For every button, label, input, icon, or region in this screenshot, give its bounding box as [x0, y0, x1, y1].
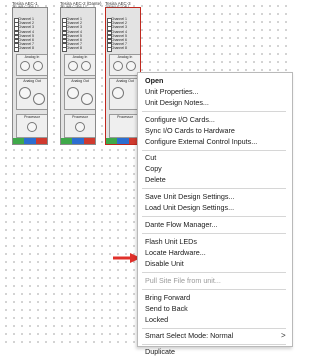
menu-item-disable-unit[interactable]: Disable Unit	[145, 259, 184, 269]
section-label: Analog Out	[23, 79, 41, 83]
processor-block[interactable]: Processor	[64, 114, 95, 138]
knob-icon	[33, 93, 45, 105]
menu-item-unit-properties[interactable]: Unit Properties...	[145, 87, 199, 97]
menu-item-open[interactable]: Open	[145, 76, 163, 86]
menu-item-flash-unit-leds[interactable]: Flash Unit LEDs	[145, 237, 197, 247]
knob-icon	[113, 61, 123, 71]
dsp-unit-2[interactable]: Channel 1 Channel 2 Channel 3 Channel 4 …	[60, 7, 96, 145]
analog-out-block[interactable]: Analog Out	[64, 78, 95, 110]
knob-icon	[126, 61, 136, 71]
section-label: Processor	[24, 115, 40, 119]
section-label: Analog In	[24, 55, 40, 59]
menu-separator	[142, 150, 286, 151]
knob-icon	[81, 61, 91, 71]
knob-icon	[67, 87, 79, 99]
menu-item-locate-hardware[interactable]: Locate Hardware...	[145, 248, 206, 258]
menu-item-send-to-back[interactable]: Send to Back	[145, 304, 188, 314]
menu-item-dante-flow-manager[interactable]: Dante Flow Manager...	[145, 220, 217, 230]
knob-icon	[27, 122, 37, 132]
analog-out-block[interactable]: Analog Out	[16, 78, 47, 110]
analog-in-block[interactable]: Analog In	[64, 54, 95, 76]
menu-item-configure-io-cards[interactable]: Configure I/O Cards...	[145, 115, 215, 125]
dsp-unit-1[interactable]: Channel 1 Channel 2 Channel 3 Channel 4 …	[12, 7, 48, 145]
channel-label: Channel 8	[111, 46, 127, 51]
chevron-right-icon: >	[281, 331, 286, 340]
menu-item-save-unit-design[interactable]: Save Unit Design Settings...	[145, 192, 235, 202]
analog-in-block[interactable]: Analog In	[16, 54, 47, 76]
channel-label: Channel 8	[66, 46, 82, 51]
menu-item-configure-external-control[interactable]: Configure External Control Inputs...	[145, 137, 257, 147]
channel-label: Channel 8	[18, 46, 34, 51]
menu-separator	[142, 111, 286, 112]
unit-channel[interactable]: Channel 8	[106, 46, 140, 53]
section-label: Analog In	[117, 55, 133, 59]
section-label: Processor	[72, 115, 88, 119]
menu-separator	[142, 344, 286, 345]
knob-icon	[81, 93, 93, 105]
menu-item-bring-forward[interactable]: Bring Forward	[145, 293, 190, 303]
menu-separator	[142, 233, 286, 234]
knob-icon	[112, 87, 124, 99]
menu-item-duplicate[interactable]: Duplicate	[145, 347, 175, 357]
unit-subtitle: TP-IN5 C1D8-1	[60, 5, 85, 9]
dsp-unit-3[interactable]: Channel 1 Channel 2 Channel 3 Channel 4 …	[105, 7, 141, 145]
menu-item-copy[interactable]: Copy	[145, 164, 162, 174]
menu-item-load-unit-design[interactable]: Load Unit Design Settings...	[145, 203, 234, 213]
menu-item-smart-select-mode[interactable]: Smart Select Mode: Normal	[145, 331, 233, 341]
knob-icon	[75, 122, 85, 132]
unit-subtitle: TP-IN5 C1D8-1	[12, 5, 37, 9]
unit-status-bar	[106, 138, 140, 144]
menu-item-sync-io-cards[interactable]: Sync I/O Cards to Hardware	[145, 126, 235, 136]
menu-item-cut[interactable]: Cut	[145, 153, 156, 163]
section-label: Analog In	[72, 55, 88, 59]
section-label: Processor	[117, 115, 133, 119]
context-menu[interactable]: Open Unit Properties... Unit Design Note…	[137, 72, 293, 356]
knob-icon	[19, 87, 31, 99]
unit-status-bar	[13, 138, 47, 144]
section-label: Analog Out	[116, 79, 134, 83]
menu-item-unit-design-notes[interactable]: Unit Design Notes...	[145, 98, 209, 108]
menu-separator	[142, 188, 286, 189]
menu-item-pull-site-file: Pull Site File from unit...	[145, 276, 221, 285]
knob-icon	[33, 61, 43, 71]
knob-icon	[20, 61, 30, 71]
menu-item-delete[interactable]: Delete	[145, 175, 166, 185]
unit-subtitle: TP-IN5 C1D8-1	[105, 5, 130, 9]
unit-channel[interactable]: Channel 8	[13, 46, 47, 53]
menu-item-locked[interactable]: Locked	[145, 315, 168, 325]
menu-separator	[142, 328, 286, 329]
section-label: Analog Out	[71, 79, 89, 83]
unit-status-bar	[61, 138, 95, 144]
knob-icon	[68, 61, 78, 71]
menu-separator	[142, 289, 286, 290]
unit-channel[interactable]: Channel 8	[61, 46, 95, 53]
menu-separator	[142, 216, 286, 217]
processor-block[interactable]: Processor	[16, 114, 47, 138]
menu-separator	[142, 272, 286, 273]
